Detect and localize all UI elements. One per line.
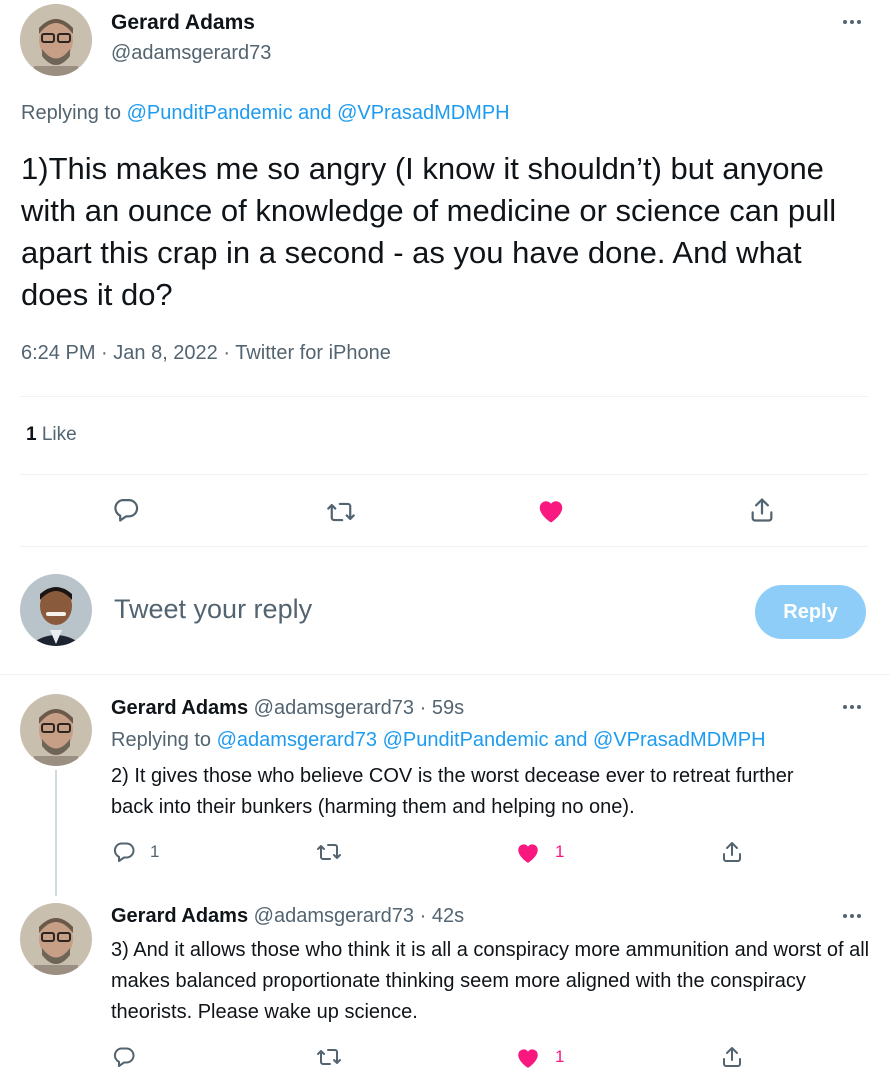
like-icon [539, 501, 563, 523]
reply-text: 3) And it allows those who think it is a… [111, 939, 870, 1023]
tweet-time[interactable]: 6:24 PM [21, 342, 95, 364]
reply-submit-button[interactable]: Reply [755, 585, 866, 639]
replying-prefix: Replying to [21, 102, 127, 124]
divider [0, 674, 890, 675]
reply-button[interactable] [112, 1045, 136, 1069]
current-user-avatar[interactable] [20, 574, 92, 646]
share-button[interactable] [720, 1045, 744, 1069]
retweet-icon [317, 844, 341, 860]
like-icon [518, 1049, 538, 1068]
reply-icon [113, 1047, 135, 1067]
like-button[interactable] [536, 496, 566, 524]
like-button[interactable]: 1 [515, 1045, 564, 1069]
retweet-button[interactable] [326, 498, 356, 526]
divider [20, 396, 868, 397]
divider [20, 546, 868, 547]
meta-sep: · [95, 342, 114, 364]
share-icon [723, 1047, 741, 1067]
retweet-icon [327, 502, 355, 522]
reply-icon [114, 498, 139, 522]
tweet-date[interactable]: Jan 8, 2022 [113, 342, 218, 364]
reply-text: 2) It gives those who believe COV is the… [111, 765, 794, 818]
reply-icon [113, 842, 135, 862]
replying-to: Replying to @adamsgerard73 @PunditPandem… [111, 729, 766, 752]
mention-link[interactable]: @VPrasadMDMPH [337, 102, 510, 124]
like-button[interactable]: 1 [515, 840, 564, 864]
like-icon [518, 844, 538, 863]
tweet-meta: 6:24 PM · Jan 8, 2022 · Twitter for iPho… [21, 342, 391, 365]
retweet-button[interactable] [316, 1045, 342, 1069]
share-icon [751, 498, 773, 522]
reply-header: Gerard Adams @adamsgerard73 · 59s [111, 697, 464, 720]
mention-link[interactable]: @PunditPandemic [383, 729, 549, 751]
reply-input[interactable]: Tweet your reply [114, 594, 714, 625]
mention-link[interactable]: @VPrasadMDMPH [593, 729, 766, 751]
reply-author-name[interactable]: Gerard Adams [111, 697, 248, 719]
share-button[interactable] [748, 496, 776, 524]
reply-button[interactable] [112, 496, 140, 524]
replying-and[interactable]: and [293, 102, 337, 124]
reply-author-name[interactable]: Gerard Adams [111, 905, 248, 927]
tweet-text: 1)This makes me so angry (I know it shou… [21, 151, 837, 312]
tweet-source[interactable]: Twitter for iPhone [235, 342, 391, 364]
retweet-icon [317, 1049, 341, 1065]
mention-link[interactable]: @PunditPandemic [127, 102, 293, 124]
likes-stat[interactable]: 1 Like [26, 424, 77, 446]
likes-count: 1 [26, 424, 37, 445]
replying-and[interactable]: and [549, 729, 593, 751]
reply-button[interactable]: 1 [112, 840, 159, 864]
meta-sep: · [217, 342, 236, 364]
reply-avatar[interactable] [20, 903, 92, 975]
like-count: 1 [555, 842, 565, 861]
more-icon[interactable] [837, 12, 867, 32]
reply-author-handle[interactable]: @adamsgerard73 [254, 697, 414, 719]
more-icon[interactable] [837, 906, 867, 926]
share-icon [723, 842, 741, 862]
share-button[interactable] [720, 840, 744, 864]
replying-to: Replying to @PunditPandemic and @VPrasad… [21, 102, 510, 125]
like-count: 1 [555, 1047, 565, 1066]
author-name[interactable]: Gerard Adams [111, 11, 255, 35]
reply-header: Gerard Adams @adamsgerard73 · 42s [111, 905, 464, 928]
replying-prefix: Replying to [111, 729, 217, 751]
likes-label: Like [36, 424, 77, 445]
reply-author-handle[interactable]: @adamsgerard73 [254, 905, 414, 927]
reply-avatar[interactable] [20, 694, 92, 766]
author-avatar[interactable] [20, 4, 92, 76]
meta-sep: · [414, 697, 432, 719]
author-handle[interactable]: @adamsgerard73 [111, 42, 271, 65]
reply-time[interactable]: 42s [432, 905, 464, 927]
mention-link[interactable]: @adamsgerard73 [217, 729, 377, 751]
divider [20, 474, 868, 475]
retweet-button[interactable] [316, 840, 342, 864]
reply-count: 1 [150, 842, 160, 861]
reply-time[interactable]: 59s [432, 697, 464, 719]
meta-sep: · [414, 905, 432, 927]
thread-line [55, 770, 57, 896]
more-icon[interactable] [837, 697, 867, 717]
